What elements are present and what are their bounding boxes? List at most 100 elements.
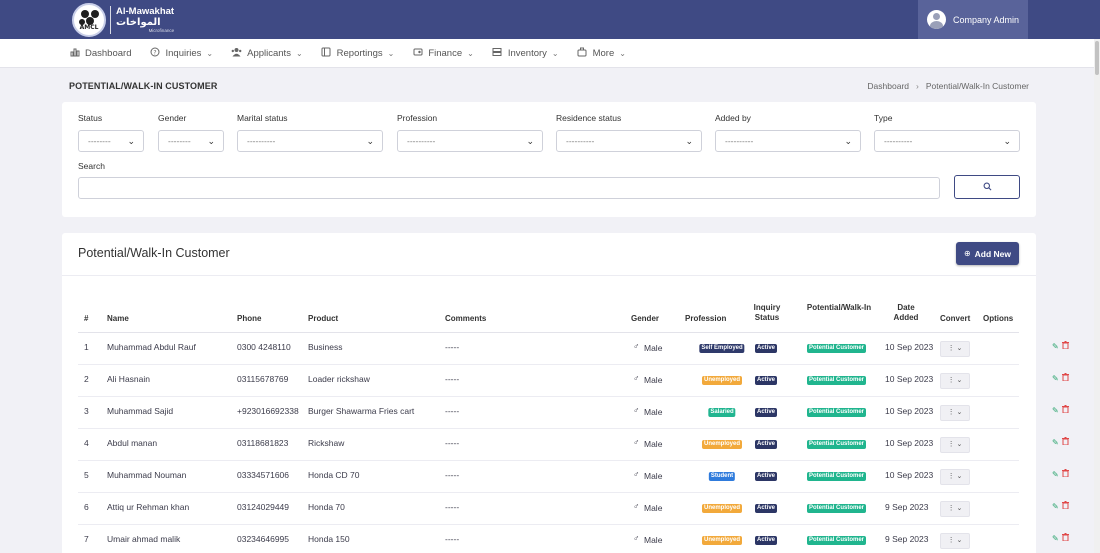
customer-phone: 03118681823	[237, 438, 289, 448]
chevron-down-icon: ⌄	[206, 48, 214, 58]
edit-icon[interactable]: ✎	[1052, 470, 1059, 479]
nav-label: Inquiries	[165, 47, 202, 59]
inquiry-status-badge: Active	[755, 376, 778, 385]
date-added: 9 Sep 2023	[885, 534, 929, 544]
nav-finance[interactable]: Finance ⌄	[412, 47, 474, 60]
customer-comments: -----	[445, 406, 460, 416]
edit-icon[interactable]: ✎	[1052, 438, 1059, 447]
delete-icon[interactable]	[1062, 469, 1069, 479]
table-row[interactable]: 6 Attiq ur Rehman khan 03124029449 Honda 70…	[78, 493, 1069, 525]
col-name: Name	[107, 314, 129, 323]
added-by-value: ----------	[725, 136, 754, 146]
profession-select[interactable]: ---------- ⌄	[397, 130, 543, 152]
page-scrollbar[interactable]	[1094, 39, 1100, 553]
customer-gender: Male	[644, 343, 663, 353]
inquiry-status-badge: Active	[755, 440, 778, 449]
scrollbar-thumb[interactable]	[1095, 41, 1099, 75]
customer-comments: -----	[445, 374, 460, 384]
customer-product: Business	[308, 342, 343, 352]
customer-phone: +923016692338	[237, 406, 299, 416]
col-profession: Profession	[685, 314, 727, 323]
profession-value: ----------	[407, 136, 436, 146]
user-menu[interactable]: Company Admin	[918, 0, 1028, 39]
nav-label: Finance	[428, 47, 463, 59]
convert-dropdown[interactable]: ⋮ ⌄	[940, 373, 970, 389]
nav-reportings[interactable]: Reportings ⌄	[321, 47, 394, 60]
logo-text: Al-Mawakhat المواخات Microfinance	[116, 7, 174, 33]
logo-name-en: Al-Mawakhat	[116, 6, 175, 17]
company-logo[interactable]: AMCL Al-Mawakhat المواخات Microfinance	[72, 2, 174, 38]
row-number: 6	[84, 502, 89, 512]
user-name: Company Admin	[953, 14, 1020, 25]
delete-icon[interactable]	[1062, 341, 1069, 351]
edit-icon[interactable]: ✎	[1052, 374, 1059, 383]
table-row[interactable]: 4 Abdul manan 03118681823 Rickshaw ----- ♂ Mal…	[78, 429, 1069, 461]
bar-chart-icon	[69, 47, 80, 60]
convert-dropdown[interactable]: ⋮ ⌄	[940, 533, 970, 549]
nav-inquiries[interactable]: ? Inquiries ⌄	[149, 47, 213, 60]
inquiry-status-badge: Active	[755, 472, 778, 481]
table-row[interactable]: 1 Muhammad Abdul Rauf 0300 4248110 Business…	[78, 333, 1069, 365]
nav-applicants[interactable]: Applicants ⌄	[231, 47, 303, 60]
nav-inventory[interactable]: Inventory ⌄	[492, 47, 559, 60]
add-new-button[interactable]: ⊕ Add New	[956, 242, 1019, 265]
search-icon	[983, 182, 992, 193]
table-row[interactable]: 3 Muhammad Sajid +923016692338 Burger Shawa…	[78, 397, 1069, 429]
delete-icon[interactable]	[1062, 501, 1069, 511]
status-select[interactable]: -------- ⌄	[78, 130, 144, 152]
col-inquiry-status: Inquiry Status	[753, 303, 781, 322]
profession-label: Profession	[397, 113, 438, 123]
table-row[interactable]: 5 Muhammad Nouman 03334571606 Honda CD 70 --…	[78, 461, 1069, 493]
date-added: 10 Sep 2023	[885, 438, 934, 448]
table-row[interactable]: 2 Ali Hasnain 03115678769 Loader rickshaw --…	[78, 365, 1069, 397]
search-input[interactable]	[78, 177, 940, 199]
profession-badge: Student	[708, 472, 736, 481]
nav-dashboard[interactable]: Dashboard	[69, 47, 131, 60]
gender-select[interactable]: -------- ⌄	[158, 130, 224, 152]
convert-dropdown[interactable]: ⋮ ⌄	[940, 469, 970, 485]
report-icon	[321, 47, 332, 60]
delete-icon[interactable]	[1062, 533, 1069, 543]
convert-dropdown[interactable]: ⋮ ⌄	[940, 437, 970, 453]
marital-status-select[interactable]: ---------- ⌄	[237, 130, 383, 152]
added-by-select[interactable]: ---------- ⌄	[715, 130, 861, 152]
edit-icon[interactable]: ✎	[1052, 534, 1059, 543]
customer-gender: Male	[644, 471, 663, 481]
col-options: Options	[983, 314, 1014, 323]
type-select[interactable]: ---------- ⌄	[874, 130, 1020, 152]
inventory-icon	[492, 47, 503, 60]
plus-circle-icon: ⊕	[963, 249, 971, 258]
male-icon: ♂	[633, 373, 640, 383]
delete-icon[interactable]	[1062, 373, 1069, 383]
table-row[interactable]: 7 Umair ahmad malik 03234646995 Honda 150 --…	[78, 525, 1069, 553]
convert-dropdown[interactable]: ⋮ ⌄	[940, 405, 970, 421]
top-bar: AMCL Al-Mawakhat المواخات Microfinance C…	[0, 0, 1100, 39]
convert-dropdown[interactable]: ⋮ ⌄	[940, 341, 970, 357]
customer-product: Loader rickshaw	[308, 374, 370, 384]
customer-product: Honda 70	[308, 502, 345, 512]
residence-status-select[interactable]: ---------- ⌄	[556, 130, 702, 152]
potential-badge: Potential Customer	[807, 376, 867, 385]
users-icon	[231, 47, 242, 60]
nav-more[interactable]: More ⌄	[577, 47, 626, 60]
customer-phone: 0300 4248110	[237, 342, 291, 352]
edit-icon[interactable]: ✎	[1052, 406, 1059, 415]
delete-icon[interactable]	[1062, 405, 1069, 415]
convert-dropdown[interactable]: ⋮ ⌄	[940, 501, 970, 517]
customer-product: Rickshaw	[308, 438, 345, 448]
edit-icon[interactable]: ✎	[1052, 342, 1059, 351]
logo-abbr: AMCL	[79, 24, 99, 31]
col-gender: Gender	[631, 314, 660, 323]
potential-badge: Potential Customer	[807, 504, 867, 513]
search-button[interactable]	[954, 175, 1020, 199]
chevron-down-icon: ⌄	[295, 48, 303, 58]
edit-icon[interactable]: ✎	[1052, 502, 1059, 511]
customer-gender: Male	[644, 439, 663, 449]
delete-icon[interactable]	[1062, 437, 1069, 447]
breadcrumb-dashboard-link[interactable]: Dashboard	[867, 81, 909, 91]
customer-phone: 03334571606	[237, 470, 290, 480]
logo-emblem: AMCL	[72, 3, 106, 37]
avatar-icon	[927, 10, 946, 29]
male-icon: ♂	[633, 469, 640, 479]
residence-status-value: ----------	[566, 136, 595, 146]
